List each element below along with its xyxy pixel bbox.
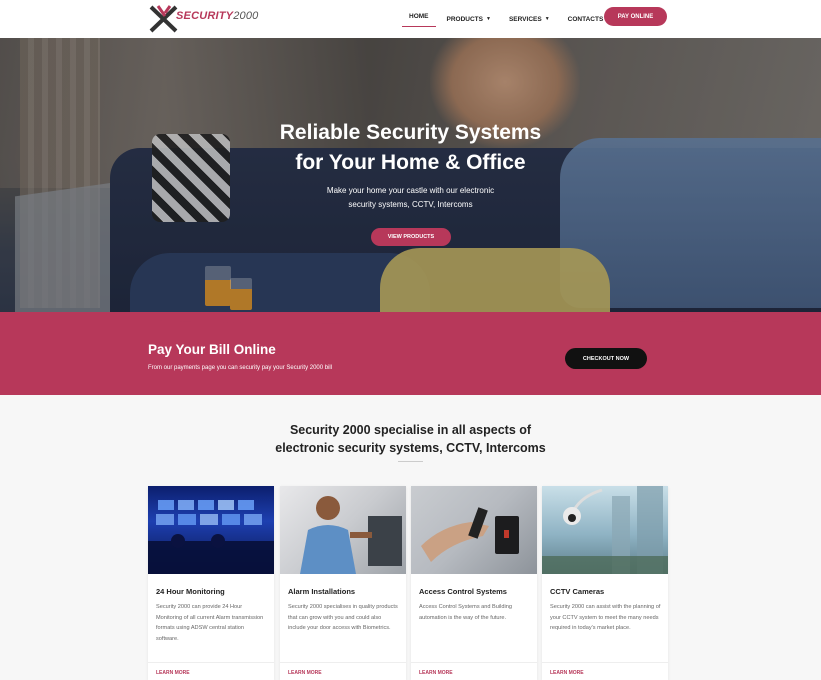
card-description: Security 2000 can assist with the planni…: [550, 604, 661, 631]
hero-subtitle-line: Make your home your castle with our elec…: [326, 186, 495, 195]
card-description: Access Control Systems and Building auto…: [419, 604, 512, 621]
cctv-camera-image: [542, 486, 668, 574]
alarm-installation-image: [280, 486, 406, 574]
section-divider: [398, 461, 423, 462]
card-divider: [411, 662, 537, 663]
technician-graphic: [300, 496, 402, 574]
nav-contacts-label: CONTACTS: [567, 15, 604, 23]
nav-home-label: HOME: [409, 13, 429, 20]
services-heading-line: electronic security systems, CCTV, Inter…: [275, 441, 546, 455]
checkout-now-button[interactable]: CHECKOUT NOW: [565, 348, 647, 369]
card-divider: [542, 662, 668, 663]
pay-bill-subtitle: From our payments page you can security …: [148, 365, 333, 371]
services-heading: Security 2000 specialise in all aspects …: [0, 421, 821, 457]
caret-down-icon: ▼: [485, 16, 491, 22]
service-card-cctv: CCTV Cameras Security 2000 can assist wi…: [542, 486, 668, 680]
nav-products[interactable]: PRODUCTS ▼: [440, 11, 498, 27]
service-card-access-control: Access Control Systems Access Control Sy…: [411, 486, 537, 680]
learn-more-link[interactable]: LEARN MORE: [550, 670, 584, 676]
card-title: Access Control Systems: [419, 587, 507, 596]
cctv-camera-graphic: [542, 486, 668, 574]
hero-title-line: Reliable Security Systems: [279, 121, 542, 144]
services-heading-line: Security 2000 specialise in all aspects …: [289, 423, 532, 437]
learn-more-link[interactable]: LEARN MORE: [156, 670, 190, 676]
hero-title: Reliable Security Systems for Your Home …: [0, 118, 821, 178]
card-title: 24 Hour Monitoring: [156, 587, 225, 596]
monitoring-control-room-image: [148, 486, 274, 574]
learn-more-link[interactable]: LEARN MORE: [419, 670, 453, 676]
access-control-image: [411, 486, 537, 574]
hero-banner: Reliable Security Systems for Your Home …: [0, 38, 821, 338]
view-products-button[interactable]: VIEW PRODUCTS: [371, 228, 451, 246]
nav-contacts[interactable]: CONTACTS: [561, 11, 611, 27]
card-description: Security 2000 specialises in quality pro…: [288, 604, 398, 631]
logo-secondary: 2000: [233, 10, 259, 22]
pay-online-button[interactable]: PAY ONLINE: [604, 7, 667, 26]
nav-services[interactable]: SERVICES ▼: [502, 11, 557, 27]
hero-subtitle-line: security systems, CCTV, Intercoms: [348, 200, 473, 209]
site-header: SECURITY2000 HOME PRODUCTS ▼ SERVICES ▼ …: [0, 0, 821, 38]
card-title: Alarm Installations: [288, 587, 356, 596]
nav-home[interactable]: HOME: [402, 11, 436, 27]
caret-down-icon: ▼: [544, 16, 550, 22]
service-card-monitoring: 24 Hour Monitoring Security 2000 can pro…: [148, 486, 274, 680]
card-divider: [148, 662, 274, 663]
logo-wordmark: SECURITY2000: [176, 10, 259, 22]
main-nav: HOME PRODUCTS ▼ SERVICES ▼ CONTACTS: [402, 11, 614, 27]
band-wave-shape: [0, 312, 821, 330]
site-logo[interactable]: SECURITY2000: [148, 4, 268, 33]
pay-bill-title: Pay Your Bill Online: [148, 342, 276, 357]
hero-title-line: for Your Home & Office: [295, 151, 526, 174]
control-room-graphic: [148, 500, 274, 574]
card-reader-graphic: [421, 507, 519, 562]
service-card-alarm: Alarm Installations Security 2000 specia…: [280, 486, 406, 680]
card-title: CCTV Cameras: [550, 587, 605, 596]
learn-more-link[interactable]: LEARN MORE: [288, 670, 322, 676]
nav-products-label: PRODUCTS: [446, 15, 483, 23]
nav-services-label: SERVICES: [508, 15, 542, 23]
card-description: Security 2000 can provide 24 Hour Monito…: [156, 604, 264, 642]
card-divider: [280, 662, 406, 663]
logo-primary: SECURITY: [176, 10, 234, 22]
hero-subtitle: Make your home your castle with our elec…: [0, 184, 821, 212]
